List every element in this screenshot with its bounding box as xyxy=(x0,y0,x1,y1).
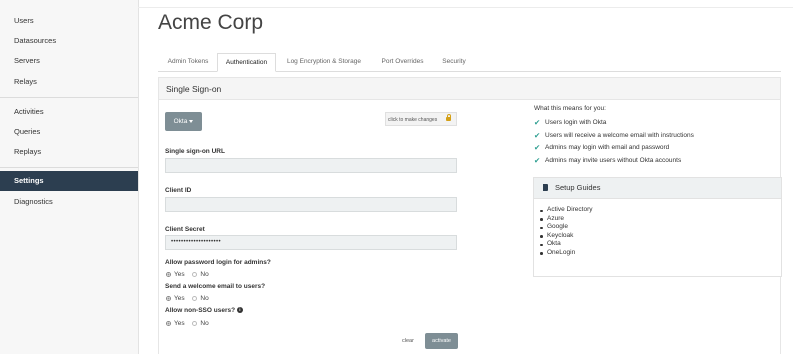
no-label: No xyxy=(200,320,209,327)
means-title: What this means for you: xyxy=(534,105,606,112)
activate-button[interactable]: activate xyxy=(425,333,458,349)
non-sso-question-label: Allow non-SSO users? xyxy=(165,307,236,314)
yes-label: Yes xyxy=(174,320,185,327)
tab-admin-tokens[interactable]: Admin Tokens xyxy=(158,53,218,71)
panel-header: Single Sign-on xyxy=(159,78,780,100)
sso-url-label: Single sign-on URL xyxy=(165,148,225,155)
page-title: Acme Corp xyxy=(158,11,264,34)
tab-security[interactable]: Security xyxy=(434,53,474,71)
sidebar-item-settings[interactable]: Settings xyxy=(0,171,138,191)
provider-label: Okta xyxy=(173,118,188,125)
client-id-input[interactable] xyxy=(165,197,457,212)
sidebar-item-activities[interactable]: Activities xyxy=(0,102,138,122)
tab-log-encryption[interactable]: Log Encryption & Storage xyxy=(279,53,369,71)
book-icon xyxy=(543,184,548,191)
setup-guides-header: Setup Guides xyxy=(534,178,781,199)
unlock-button[interactable]: click to make changes xyxy=(385,112,457,126)
non-sso-yes-radio[interactable] xyxy=(166,320,171,326)
provider-dropdown-button[interactable]: Okta xyxy=(165,112,202,131)
password-login-no-radio[interactable] xyxy=(192,271,198,277)
clear-link[interactable]: clear xyxy=(402,338,414,344)
welcome-email-options: Yes No xyxy=(166,295,209,302)
info-icon[interactable]: i xyxy=(236,307,243,314)
sidebar-item-datasources[interactable]: Datasources xyxy=(0,31,138,51)
client-secret-input[interactable]: •••••••••••••••••••• xyxy=(165,235,457,250)
sidebar: Users Datasources Servers Relays Activit… xyxy=(0,0,139,354)
non-sso-options: Yes No xyxy=(166,320,209,327)
non-sso-no-radio[interactable] xyxy=(192,320,198,326)
means-item: ✔ Admins may invite users without Okta ac… xyxy=(532,155,694,168)
panel-title: Single Sign-on xyxy=(166,84,222,94)
check-icon: ✔ xyxy=(534,155,541,165)
yes-label: Yes xyxy=(174,295,185,302)
tab-port-overrides[interactable]: Port Overrides xyxy=(371,53,434,71)
means-list: ✔ Users login with Okta ✔ Users will recei… xyxy=(532,117,694,167)
tab-bar: Admin Tokens Authentication Log Encrypti… xyxy=(158,53,781,72)
sso-panel: Single Sign-on Okta click to make change… xyxy=(158,77,782,354)
sso-url-input[interactable] xyxy=(165,158,457,173)
password-login-options: Yes No xyxy=(166,271,209,278)
welcome-email-yes-radio[interactable] xyxy=(166,295,171,301)
unlock-button-label: click to make changes xyxy=(388,117,438,123)
sidebar-divider xyxy=(0,167,138,168)
non-sso-question: Allow non-SSO users? i xyxy=(165,307,243,314)
setup-guides-list: Active Directory Azure Google Keycloak O… xyxy=(540,206,593,257)
means-item-text: Users login with Okta xyxy=(545,119,607,126)
guide-link-onelogin[interactable]: OneLogin xyxy=(540,249,593,258)
sidebar-item-replays[interactable]: Replays xyxy=(0,142,138,162)
yes-label: Yes xyxy=(174,271,185,278)
client-id-label: Client ID xyxy=(165,187,192,194)
means-item-text: Users will receive a welcome email with … xyxy=(545,131,694,139)
means-item-text: Admins may invite users without Okta acc… xyxy=(545,156,682,164)
means-item: ✔ Admins may login with email and passwor… xyxy=(532,142,694,155)
setup-guides-box: Setup Guides Active Directory Azure Goog… xyxy=(533,177,782,277)
no-label: No xyxy=(200,295,209,302)
password-login-question: Allow password login for admins? xyxy=(165,259,271,266)
welcome-email-no-radio[interactable] xyxy=(192,295,198,301)
client-secret-label: Client Secret xyxy=(165,226,205,233)
welcome-email-question: Send a welcome email to users? xyxy=(165,283,266,290)
guide-link-azure[interactable]: Azure xyxy=(540,215,593,224)
means-item-text: Admins may login with email and password xyxy=(545,144,670,151)
sidebar-item-users[interactable]: Users xyxy=(0,11,138,31)
sidebar-item-diagnostics[interactable]: Diagnostics xyxy=(0,192,138,212)
tab-authentication[interactable]: Authentication xyxy=(217,53,276,72)
setup-guides-title: Setup Guides xyxy=(555,183,601,192)
guide-link-okta[interactable]: Okta xyxy=(540,240,593,249)
caret-down-icon xyxy=(189,119,194,123)
guide-link-keycloak[interactable]: Keycloak xyxy=(540,232,593,241)
check-icon: ✔ xyxy=(534,143,541,152)
check-icon: ✔ xyxy=(534,118,541,127)
top-divider xyxy=(138,7,793,8)
means-item: ✔ Users will receive a welcome email with… xyxy=(532,130,694,143)
sidebar-item-queries[interactable]: Queries xyxy=(0,122,138,142)
sidebar-item-relays[interactable]: Relays xyxy=(0,72,138,92)
password-login-yes-radio[interactable] xyxy=(166,271,171,277)
guide-link-active-directory[interactable]: Active Directory xyxy=(540,206,593,215)
no-label: No xyxy=(200,271,209,278)
sidebar-divider xyxy=(0,97,138,98)
check-icon: ✔ xyxy=(534,130,541,140)
guide-link-google[interactable]: Google xyxy=(540,223,593,232)
means-item: ✔ Users login with Okta xyxy=(532,117,694,130)
lock-icon xyxy=(446,114,451,121)
sidebar-item-servers[interactable]: Servers xyxy=(0,51,138,71)
